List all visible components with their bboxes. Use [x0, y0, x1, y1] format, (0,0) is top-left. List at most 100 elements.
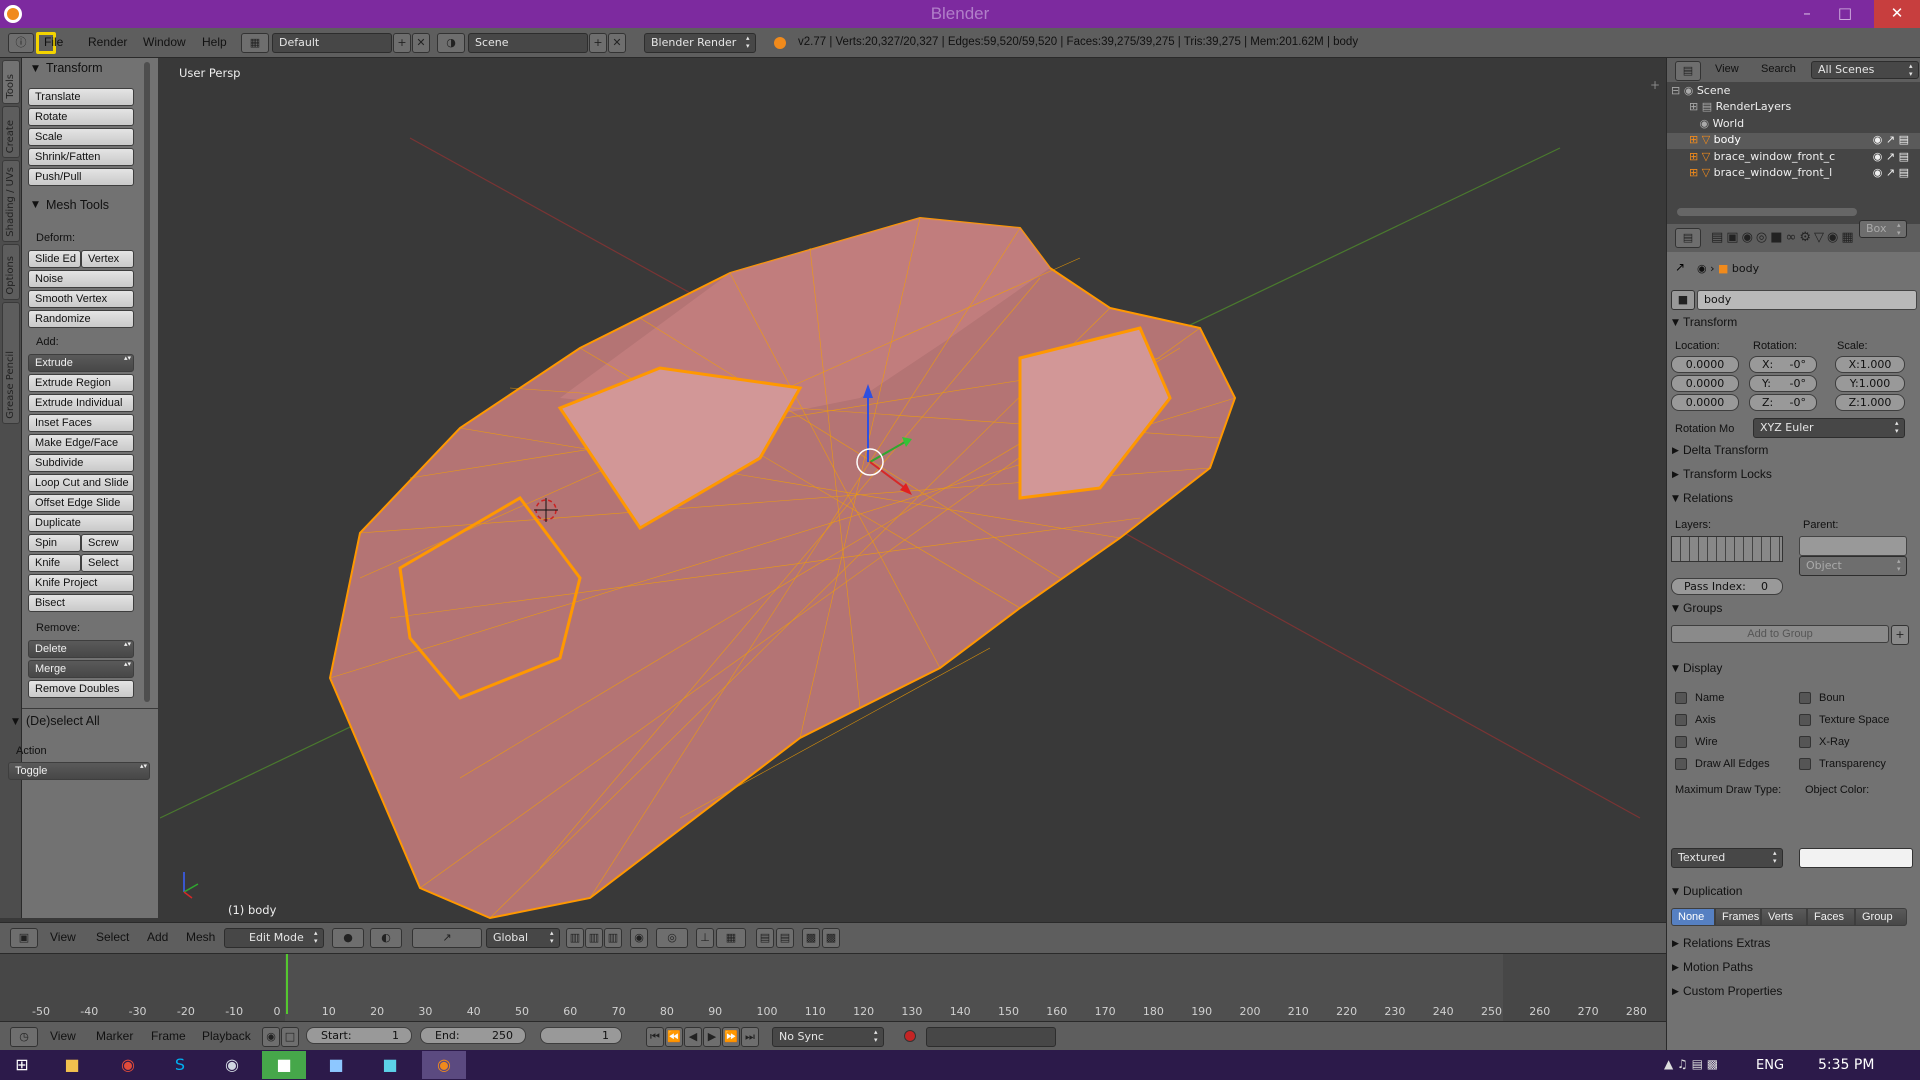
skype-icon[interactable]: S [158, 1051, 202, 1079]
menu-view[interactable]: View [50, 930, 76, 944]
menu-file[interactable]: File [44, 35, 63, 49]
menu-mesh[interactable]: Mesh [186, 930, 215, 944]
jump-start-icon[interactable]: ⏮ [646, 1027, 664, 1047]
preview-range-icon[interactable]: ◉ [262, 1027, 280, 1047]
play-icon[interactable]: ▶ [703, 1027, 721, 1047]
knife-button[interactable]: Knife [28, 554, 81, 572]
pivot-icon[interactable]: ◐ [370, 928, 402, 948]
extrude-region-button[interactable]: Extrude Region [28, 374, 134, 392]
menu-marker[interactable]: Marker [96, 1029, 133, 1043]
scene-add-button[interactable]: + [589, 33, 607, 53]
location-x-field[interactable]: 0.0000 [1671, 356, 1739, 373]
transform-locks-header[interactable]: Transform Locks [1683, 467, 1772, 481]
collapse-triangle-icon[interactable]: ▼ [32, 200, 39, 210]
translate-button[interactable]: Translate [28, 88, 134, 106]
subdivide-button[interactable]: Subdivide [28, 454, 134, 472]
merge-dropdown[interactable]: Merge [28, 660, 134, 678]
viewport-shading-icon[interactable]: ● [332, 928, 364, 948]
display-mode-dropdown[interactable]: All Scenes [1811, 61, 1919, 79]
offset-edge-slide-button[interactable]: Offset Edge Slide [28, 494, 134, 512]
outliner-item-scene[interactable]: ⊟ ◉ Scene [1671, 84, 1730, 100]
expand-triangle-icon[interactable]: ▶ [1672, 963, 1679, 973]
push-pull-button[interactable]: Push/Pull [28, 168, 134, 186]
inset-faces-button[interactable]: Inset Faces [28, 414, 134, 432]
deselect-all-header[interactable]: (De)select All [26, 714, 100, 728]
menu-select[interactable]: Select [96, 930, 129, 944]
layer-grid[interactable] [1671, 536, 1783, 562]
rotation-z-field[interactable]: Z: -0° [1749, 394, 1817, 411]
app-icon[interactable]: ■ [262, 1051, 306, 1079]
mesh-tools-header[interactable]: Mesh Tools [46, 198, 109, 212]
max-draw-type-dropdown[interactable]: Textured [1671, 848, 1783, 868]
end-frame-field[interactable]: End: 250 [420, 1027, 526, 1044]
loop-cut-slide-button[interactable]: Loop Cut and Slide [28, 474, 134, 492]
layers-icon[interactable]: ▩ [822, 928, 840, 948]
expand-triangle-icon[interactable]: ▶ [1672, 939, 1679, 949]
extrude-individual-button[interactable]: Extrude Individual [28, 394, 134, 412]
rotation-x-field[interactable]: X: -0° [1749, 356, 1817, 373]
scale-z-field[interactable]: Z:1.000 [1835, 394, 1905, 411]
rotation-mode-dropdown[interactable]: XYZ Euler [1753, 418, 1905, 438]
tab-tools[interactable]: Tools [2, 60, 20, 104]
spin-button[interactable]: Spin [28, 534, 81, 552]
dupli-verts-button[interactable]: Verts [1761, 908, 1807, 926]
menu-add[interactable]: Add [147, 930, 168, 944]
limit-selection-icon[interactable]: ◉ [630, 928, 648, 948]
render-still-icon[interactable]: ▤ [756, 928, 774, 948]
wire-checkbox[interactable] [1675, 736, 1687, 748]
collapse-triangle-icon[interactable]: ▼ [1672, 664, 1679, 674]
smooth-vertex-button[interactable]: Smooth Vertex [28, 290, 134, 308]
app3-icon[interactable]: ■ [368, 1051, 412, 1079]
bisect-button[interactable]: Bisect [28, 594, 134, 612]
draw-all-edges-checkbox[interactable] [1675, 758, 1687, 770]
menu-window[interactable]: Window [143, 35, 186, 49]
layout-field[interactable]: Default [272, 33, 392, 53]
motion-paths-header[interactable]: Motion Paths [1683, 960, 1753, 974]
menu-search[interactable]: Search [1761, 63, 1796, 75]
outliner-item-brace-l[interactable]: ⊞ ▽ brace_window_front_l ◉ ↗ ▤ [1667, 166, 1920, 182]
snap-icon[interactable]: ⊥ [696, 928, 714, 948]
relations-header[interactable]: Relations [1683, 491, 1733, 505]
object-color-swatch[interactable] [1799, 848, 1913, 868]
layout-add-button[interactable]: + [393, 33, 411, 53]
render-engine-dropdown[interactable]: Blender Render [644, 33, 756, 53]
collapse-triangle-icon[interactable]: ▼ [1672, 887, 1679, 897]
bounds-checkbox[interactable] [1799, 692, 1811, 704]
slide-vertex-button[interactable]: Vertex [81, 250, 134, 268]
face-select-icon[interactable]: ▥ [604, 928, 622, 948]
current-frame-field[interactable]: 1 [540, 1027, 622, 1044]
tray-icons[interactable]: ▲ ♫ ▤ ▩ [1664, 1057, 1718, 1071]
expand-triangle-icon[interactable]: ▶ [1672, 470, 1679, 480]
rotation-y-field[interactable]: Y: -0° [1749, 375, 1817, 392]
relations-extras-header[interactable]: Relations Extras [1683, 936, 1770, 950]
randomize-button[interactable]: Randomize [28, 310, 134, 328]
menu-render[interactable]: Render [88, 35, 127, 49]
record-icon[interactable] [904, 1030, 916, 1042]
prev-keyframe-icon[interactable]: ⏪ [665, 1027, 683, 1047]
plus-icon[interactable]: + [1650, 78, 1660, 92]
shrink-fatten-button[interactable]: Shrink/Fatten [28, 148, 134, 166]
slide-edge-button[interactable]: Slide Ed [28, 250, 81, 268]
mode-dropdown[interactable]: Edit Mode [224, 928, 324, 948]
custom-properties-header[interactable]: Custom Properties [1683, 984, 1782, 998]
texture-space-checkbox[interactable] [1799, 714, 1811, 726]
scene-field[interactable]: Scene [468, 33, 588, 53]
knife-project-button[interactable]: Knife Project [28, 574, 134, 592]
jump-end-icon[interactable]: ⏭ [741, 1027, 759, 1047]
location-y-field[interactable]: 0.0000 [1671, 375, 1739, 392]
collapse-triangle-icon[interactable]: ▼ [1672, 604, 1679, 614]
screw-button[interactable]: Screw [81, 534, 134, 552]
collapse-triangle-icon[interactable]: ▼ [32, 64, 39, 74]
pass-index-field[interactable]: Pass Index: 0 [1671, 578, 1783, 595]
next-keyframe-icon[interactable]: ⏩ [722, 1027, 740, 1047]
parent-field[interactable] [1799, 536, 1907, 556]
language-indicator[interactable]: ENG [1756, 1058, 1784, 1073]
editor-type-icon[interactable]: ▤ [1675, 61, 1701, 81]
editor-type-icon[interactable]: ▣ [10, 928, 38, 948]
proportional-edit-icon[interactable]: ◎ [656, 928, 688, 948]
duplicate-button[interactable]: Duplicate [28, 514, 134, 532]
action-dropdown[interactable]: Toggle [8, 762, 150, 780]
duplication-header[interactable]: Duplication [1683, 884, 1742, 898]
vertex-select-icon[interactable]: ▥ [566, 928, 584, 948]
scene-icon[interactable]: ◑ [437, 33, 465, 53]
